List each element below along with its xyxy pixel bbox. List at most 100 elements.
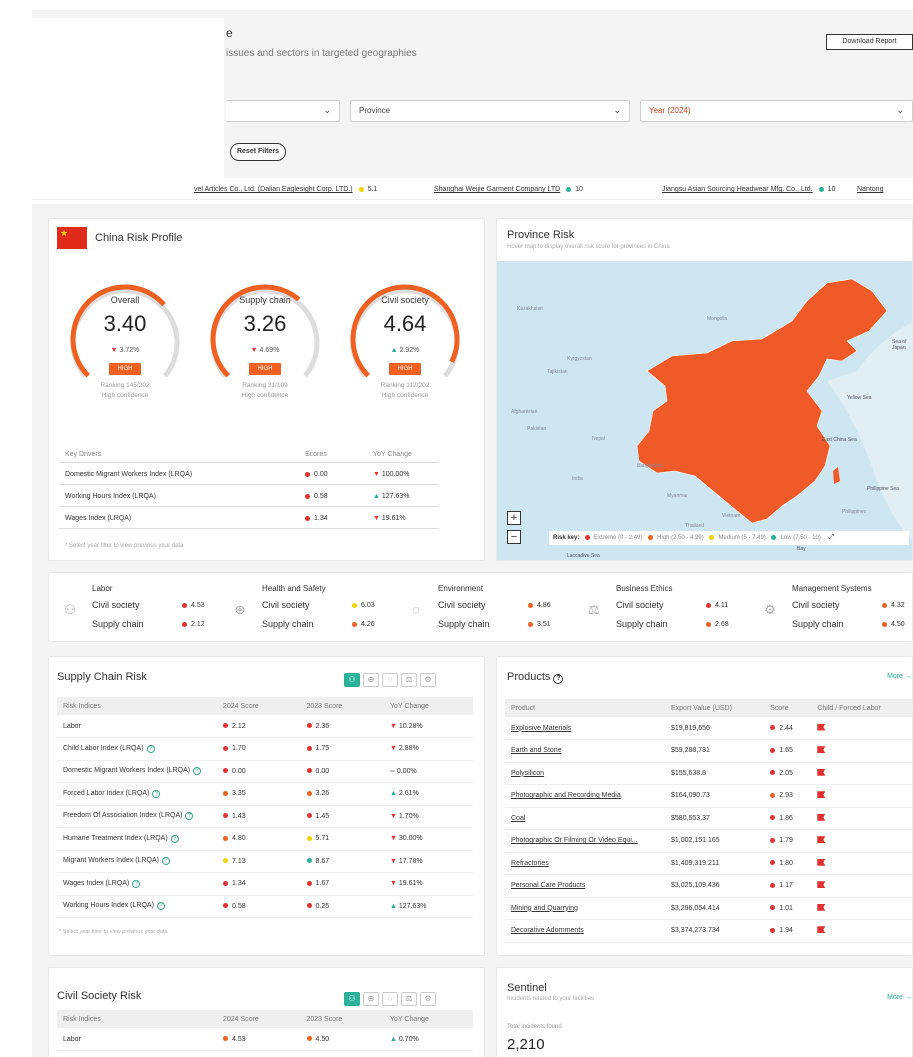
year-select[interactable]: Year (2024) ⌄ (640, 100, 913, 122)
product-link[interactable]: Personal Care Products (511, 882, 585, 889)
risk-level-badge: HIGH (389, 363, 421, 375)
product-link[interactable]: Polysilicon (511, 770, 544, 777)
ticker-item[interactable]: vel Articles Co., Ltd. (Dalian Eaglesigh… (194, 186, 377, 193)
province-risk-card: Province Risk Hover map to display overa… (496, 218, 913, 561)
product-link[interactable]: Refractories (511, 860, 549, 867)
gauge-ranking: Ranking 112/202 High confidence (380, 382, 430, 399)
product-link[interactable]: Decorative Adornments (511, 927, 584, 934)
expand-icon[interactable]: ⤢ (829, 534, 835, 541)
facility-ticker: vel Articles Co., Ltd. (Dalian Eaglesigh… (32, 178, 913, 200)
supply-chain-note: * Select year filter to view previous ye… (59, 929, 168, 935)
environment-toggle-icon[interactable]: ◌ (382, 673, 398, 687)
category-health-safety[interactable]: ⊕ Health and Safety Civil society 6.03 Su… (228, 584, 403, 632)
business-ethics-toggle-icon[interactable]: ⚖ (401, 992, 417, 1006)
category-labor[interactable]: ⚇ Labor Civil society 4.53 Supply chain 2.… (58, 584, 233, 632)
help-icon[interactable]: ? (185, 812, 194, 821)
products-table: Product Export Value (USD) Score Child / Fo… (505, 699, 913, 943)
products-card: Products ? More → Product Export Value (U… (496, 656, 913, 956)
map-svg (497, 261, 912, 560)
profile-note: * Select year filter to view previous ye… (65, 543, 184, 549)
flag-icon (817, 858, 826, 866)
product-link[interactable]: Photographic and Recording Media (511, 792, 621, 799)
zoom-out-button[interactable]: − (507, 530, 521, 544)
management-systems-toggle-icon[interactable]: ⚙ (420, 673, 436, 687)
management-systems-toggle-icon[interactable]: ⚙ (420, 992, 436, 1006)
header-overlay (32, 18, 224, 200)
sentinel-more-link[interactable]: More → (887, 994, 912, 1001)
drivers-header: YoY Change (373, 451, 412, 458)
gauge-score: 3.40 (103, 311, 147, 336)
risk-profile-card: ★ China Risk Profile Overall 3.40 ▼ 3.72… (48, 218, 485, 561)
help-circle-icon[interactable]: ? (553, 674, 564, 684)
table-row: Decorative Adornments $3,374,273.734 1.94 (505, 919, 913, 943)
gauge-change: ▲ 2.92% (390, 347, 420, 354)
driver-row: Wages Index (LRQA) 1.34 ▼ 19.61% (59, 507, 439, 529)
table-row: Coal $580,553.37 1.86 (505, 807, 913, 830)
help-icon[interactable]: ? (132, 879, 141, 888)
labor-toggle-icon[interactable]: ⚇ (344, 992, 360, 1006)
reset-filters-button[interactable]: Reset Filters (230, 143, 286, 161)
civil-society-title: Civil Society Risk (57, 990, 142, 1002)
table-row: Explosive Materials $19,819,656 2.44 (505, 717, 913, 740)
country-select[interactable]: ⌄ (226, 100, 340, 122)
province-map[interactable]: Kazakhstan Mongolia Kyrgyzstan Tajikista… (497, 261, 912, 560)
flag-icon (817, 881, 826, 889)
ticker-item[interactable]: Shanghai Weijie Garment Company LTD 10 (434, 186, 583, 193)
labor-icon: ⚇ (64, 602, 76, 617)
help-icon[interactable]: ? (152, 789, 161, 798)
civil-society-risk-card: Civil Society Risk ⚇ ⊕ ◌ ⚖ ⚙ Risk Indices 202… (48, 967, 485, 1057)
health-safety-toggle-icon[interactable]: ⊕ (363, 673, 379, 687)
incident-count: 2,210 (507, 1036, 545, 1053)
product-link[interactable]: Explosive Materials (511, 725, 571, 732)
product-link[interactable]: Coal (511, 815, 525, 822)
sentinel-title: Sentinel (507, 982, 547, 994)
gauge-label: Overall (110, 295, 140, 305)
ticker-item[interactable]: Jiangsu Asian Sourcing Headwear Mfg. Co.… (662, 186, 835, 193)
zoom-in-button[interactable]: + (507, 511, 521, 525)
help-icon[interactable]: ? (170, 834, 179, 843)
table-row: Freedom Of Association Index (LRQA)? 1.43… (57, 805, 473, 828)
health-safety-toggle-icon[interactable]: ⊕ (363, 992, 379, 1006)
province-select[interactable]: Province ⌄ (350, 100, 630, 122)
china-flag-icon: ★ (57, 227, 87, 249)
product-link[interactable]: Photographic Or Filming Or Video Equi... (511, 837, 638, 844)
table-row: Refractories $1,409,319.211 1.80 (505, 852, 913, 875)
sentinel-subtitle: Incidents related to your facilities (507, 996, 595, 1002)
overall-gauge: Overall 3.40 ▼ 3.72% HIGH Ranking 145/20… (65, 271, 185, 451)
environment-toggle-icon[interactable]: ◌ (382, 992, 398, 1006)
table-row: Polysilicon $155,638.8 2.05 (505, 762, 913, 785)
labor-toggle-icon[interactable]: ⚇ (344, 673, 360, 687)
profile-title: China Risk Profile (95, 232, 183, 244)
supply-chain-table: Risk Indices 2024 Score 2023 Score YoY Chan… (57, 697, 473, 918)
gauge-score: 3.26 (243, 311, 287, 336)
risk-key-legend: Risk key: Extreme (0 - 2.49) High (2.50 … (549, 531, 909, 545)
table-row: Wages Index (LRQA)? 1.34 1.67 ▼ 19.61% (57, 872, 473, 896)
flag-icon (817, 903, 826, 911)
ticker-item[interactable]: Nantong (857, 186, 883, 193)
flag-icon (817, 746, 826, 754)
help-icon[interactable]: ? (146, 744, 155, 753)
driver-row: Domestic Migrant Workers Index (LRQA) 0.… (59, 463, 439, 485)
environment-icon: ◌ (412, 602, 420, 617)
score-dot (566, 186, 572, 192)
help-icon[interactable]: ? (193, 767, 202, 776)
civil-society-table: Risk Indices 2024 Score 2023 Score YoY Chan… (57, 1010, 473, 1051)
category-environment[interactable]: ◌ Environment Civil society 4.86 Supply c… (404, 584, 579, 632)
risk-level-badge: HIGH (109, 363, 141, 375)
page-subtitle: issues and sectors in targeted geographi… (226, 48, 417, 59)
products-more-link[interactable]: More → (887, 673, 912, 680)
page-title-fragment: e (226, 26, 233, 40)
help-icon[interactable]: ? (161, 857, 170, 866)
product-link[interactable]: Mining and Quarrying (511, 905, 578, 912)
incident-count-label: Total incidents found (507, 1024, 562, 1030)
sentinel-card: Sentinel Incidents related to your facil… (496, 967, 913, 1057)
civil-society-gauge: Civil society 4.64 ▲ 2.92% HIGH Ranking … (345, 271, 465, 451)
products-title: Products ? (507, 671, 564, 684)
flag-icon (817, 813, 826, 821)
product-link[interactable]: Earth and Stone (511, 747, 562, 754)
business-ethics-toggle-icon[interactable]: ⚖ (401, 673, 417, 687)
download-report-button[interactable]: Download Report (826, 34, 913, 50)
help-icon[interactable]: ? (156, 902, 165, 911)
category-management-systems[interactable]: ⚙ Management Systems Civil society 4.32 S… (758, 584, 913, 632)
category-business-ethics[interactable]: ⚖ Business Ethics Civil society 4.11 Supp… (582, 584, 757, 632)
